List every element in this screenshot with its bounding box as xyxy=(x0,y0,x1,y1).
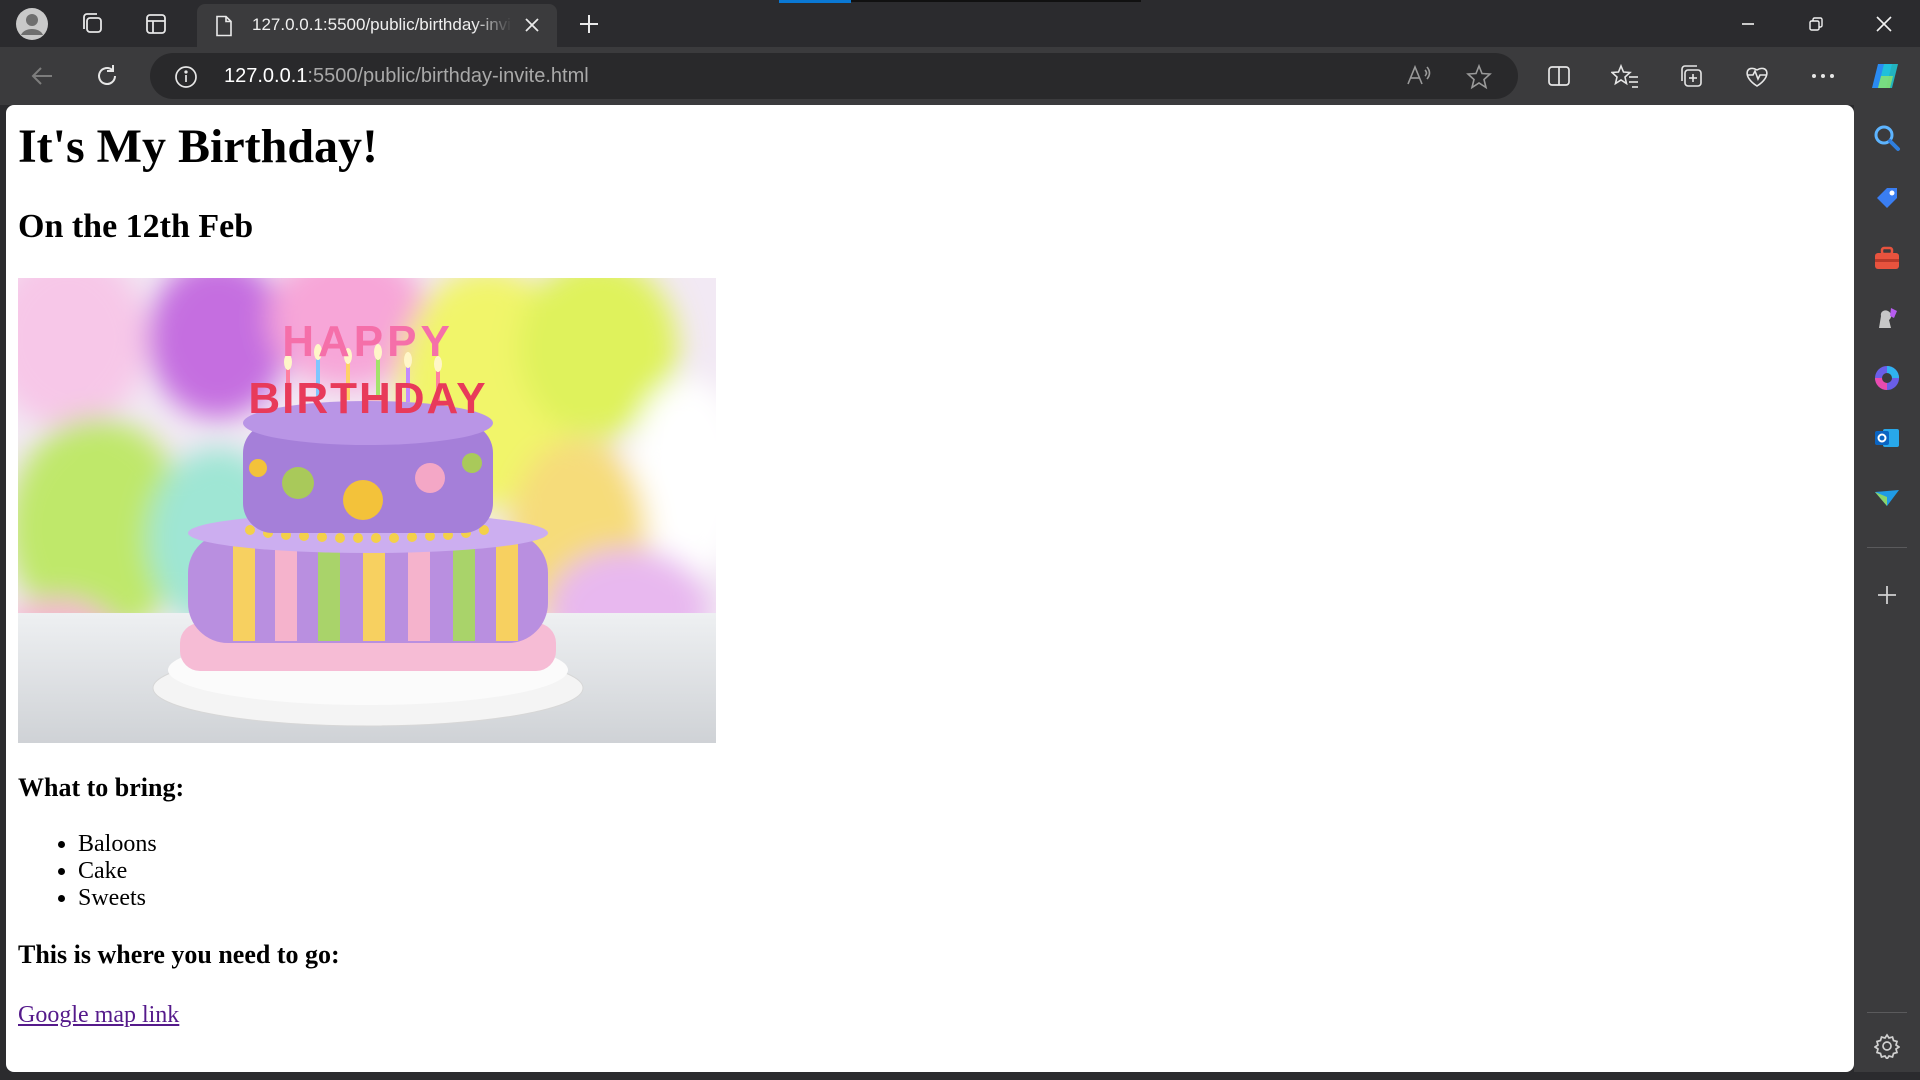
tab-title: 127.0.0.1:5500/public/birthday-invite.ht… xyxy=(252,15,512,34)
vertical-tabs-icon[interactable] xyxy=(138,7,174,41)
page-viewport: It's My Birthday! On the 12th Feb HAPPY … xyxy=(6,105,1854,1072)
browser-essentials-icon[interactable] xyxy=(1737,56,1777,96)
address-bar[interactable]: 127.0.0.1:5500/public/birthday-invite.ht… xyxy=(150,53,1518,99)
workspaces-icon[interactable] xyxy=(74,7,110,41)
url-host: 127.0.0.1 xyxy=(224,65,308,87)
url-path: :5500/public/birthday-invite.html xyxy=(307,65,589,87)
minimize-button[interactable] xyxy=(1714,0,1782,47)
where-heading: This is where you need to go: xyxy=(18,940,340,970)
read-aloud-icon[interactable] xyxy=(1406,64,1432,93)
google-map-link[interactable]: Google map link xyxy=(18,1002,179,1029)
shopping-icon[interactable] xyxy=(1870,181,1904,215)
back-icon[interactable] xyxy=(22,56,62,96)
add-icon[interactable] xyxy=(1870,578,1904,612)
hero-text-happy: HAPPY xyxy=(282,317,454,366)
new-tab-icon[interactable] xyxy=(571,7,607,41)
title-bar: 127.0.0.1:5500/public/birthday-invite.ht… xyxy=(0,0,1920,47)
restore-button[interactable] xyxy=(1782,0,1850,47)
list-item: Sweets xyxy=(78,885,1854,912)
tab-birthday-invite[interactable]: 127.0.0.1:5500/public/birthday-invite.ht… xyxy=(197,4,557,47)
page-icon xyxy=(215,15,233,42)
info-icon[interactable] xyxy=(174,65,198,94)
more-icon[interactable] xyxy=(1803,56,1843,96)
sidebar-divider xyxy=(1867,1012,1907,1013)
send-icon[interactable] xyxy=(1870,481,1904,515)
tools-icon[interactable] xyxy=(1870,241,1904,275)
sidebar-divider xyxy=(1867,547,1907,548)
collections-icon[interactable] xyxy=(1671,56,1711,96)
bring-list: Baloons Cake Sweets xyxy=(18,831,1854,912)
hero-text-birthday: BIRTHDAY xyxy=(248,374,487,423)
list-item: Baloons xyxy=(78,831,1854,858)
loading-track xyxy=(851,0,1141,2)
search-icon[interactable] xyxy=(1870,121,1904,155)
toolbar: 127.0.0.1:5500/public/birthday-invite.ht… xyxy=(0,47,1920,105)
close-tab-icon[interactable] xyxy=(523,16,541,39)
close-window-button[interactable] xyxy=(1850,0,1918,47)
date-heading: On the 12th Feb xyxy=(18,208,254,246)
games-icon[interactable] xyxy=(1870,301,1904,335)
bottom-edge xyxy=(0,1072,1920,1080)
page-content: It's My Birthday! On the 12th Feb HAPPY … xyxy=(18,119,1854,1029)
m365-icon[interactable] xyxy=(1870,361,1904,395)
favorite-star-icon[interactable] xyxy=(1466,63,1492,95)
copilot-icon[interactable] xyxy=(1866,56,1906,96)
loading-indicator xyxy=(779,0,851,3)
profile-icon[interactable] xyxy=(14,7,50,41)
birthday-cake-image: HAPPY BIRTHDAY xyxy=(18,278,716,744)
url-text[interactable]: 127.0.0.1:5500/public/birthday-invite.ht… xyxy=(224,65,589,88)
page-heading: It's My Birthday! xyxy=(18,120,378,173)
bring-heading: What to bring: xyxy=(18,773,185,803)
outlook-icon[interactable] xyxy=(1870,421,1904,455)
split-screen-icon[interactable] xyxy=(1539,56,1579,96)
list-item: Cake xyxy=(78,858,1854,885)
favorites-icon[interactable] xyxy=(1605,56,1645,96)
refresh-icon[interactable] xyxy=(87,56,127,96)
edge-sidebar xyxy=(1854,105,1920,1080)
settings-icon[interactable] xyxy=(1870,1029,1904,1063)
